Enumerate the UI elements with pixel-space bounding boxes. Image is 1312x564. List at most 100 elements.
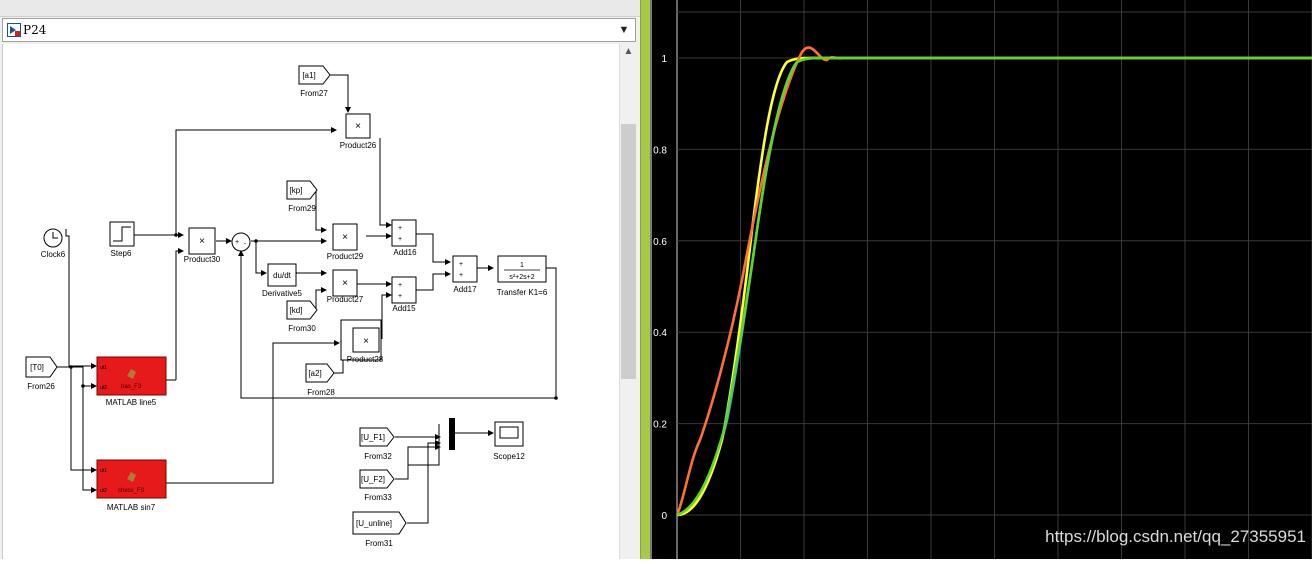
scope12-label: Scope12	[493, 452, 525, 461]
from33-tag: [U_F2]	[361, 475, 385, 484]
y-tick-label: 0.8	[653, 145, 667, 156]
mux-block[interactable]	[449, 418, 455, 450]
from28-tag: [a2]	[308, 369, 321, 378]
scope-plot-pane: 1 0.8 0.6 0.4 0.2 0	[652, 0, 1312, 559]
chevron-down-icon[interactable]: ▼	[615, 21, 633, 39]
product26-label: Product26	[340, 141, 377, 150]
transfer-label: Transfer K1=6	[497, 288, 548, 297]
plus-sign: +	[398, 282, 402, 289]
derivative-text: du/dt	[273, 271, 292, 280]
from31-block[interactable]: [U_unline] From31	[352, 511, 407, 548]
y-tick-label: 0.6	[653, 237, 667, 248]
y-tick-label: 1	[661, 54, 667, 65]
plus-sign: +	[398, 225, 402, 232]
from30-label: From30	[288, 324, 316, 333]
product26-block[interactable]: × Product26	[340, 113, 377, 150]
scroll-thumb[interactable]	[621, 124, 636, 379]
y-tick-label: 0.4	[653, 328, 667, 339]
derivative-label: Derivative5	[262, 289, 303, 298]
product27-block[interactable]: × Product27	[327, 269, 364, 304]
plus-sign: +	[459, 272, 463, 279]
from26-block[interactable]: [T0] From26	[25, 356, 58, 391]
multiply-icon: ×	[342, 232, 348, 243]
from29-label: From29	[288, 204, 316, 213]
from30-tag: [kd]	[290, 306, 303, 315]
sum-block[interactable]: + -	[231, 232, 251, 252]
transfer-denominator: s²+2s+2	[509, 274, 534, 281]
from33-label: From33	[364, 493, 392, 502]
model-icon	[7, 23, 21, 37]
clock-block[interactable]: Clock6	[41, 228, 66, 259]
multiply-icon: ×	[342, 278, 348, 289]
from27-tag: [a1]	[302, 71, 315, 80]
from27-block[interactable]: [a1] From27	[298, 65, 331, 98]
add16-block[interactable]: + + Add16	[391, 219, 417, 257]
multiply-icon: ×	[355, 121, 361, 132]
matlab-sin7-block[interactable]: ut1 ut2 chess_F3 MATLAB sin7	[96, 459, 167, 512]
matlab-line5-inner: tras_F3	[121, 384, 142, 390]
scope12-block[interactable]: Scope12	[493, 421, 525, 461]
clock-label: Clock6	[41, 250, 66, 259]
watermark-text: https://blog.csdn.net/qq_27355951	[1045, 527, 1306, 546]
from32-label: From32	[364, 452, 392, 461]
vertical-scrollbar[interactable]: ▲	[619, 44, 637, 559]
product27-label: Product27	[327, 295, 364, 304]
from29-tag: [kp]	[290, 186, 303, 195]
matlab-line5-block[interactable]: ut1 ut2 tras_F3 MATLAB line5	[96, 356, 167, 407]
product30-block[interactable]: × Product30	[184, 227, 221, 264]
from32-block[interactable]: [U_F1] From32	[359, 427, 395, 461]
plus-sign: +	[459, 261, 463, 268]
transfer-fcn-block[interactable]: 1 s²+2s+2 Transfer K1=6	[497, 255, 548, 297]
from28-label: From28	[307, 388, 335, 397]
derivative-block[interactable]: du/dt Derivative5	[262, 263, 303, 298]
y-tick-label: 0.2	[653, 420, 667, 431]
from28-block[interactable]: [a2] From28	[305, 363, 335, 397]
transfer-numerator: 1	[520, 262, 524, 269]
from29-block[interactable]: [kp] From29	[286, 180, 318, 213]
toolbar-strip	[0, 0, 640, 17]
from33-block[interactable]: [U_F2] From33	[359, 469, 395, 502]
port-label: ut2	[100, 385, 107, 391]
simulink-editor-pane: P24 ▼ [a1] From27 × Product26 [kp] From2…	[0, 0, 640, 559]
port-label: ut1	[100, 468, 107, 474]
multiply-icon: ×	[199, 236, 205, 247]
model-name: P24	[23, 23, 47, 37]
scope-icon	[499, 426, 519, 439]
product28-block[interactable]: × Product28	[340, 319, 384, 364]
matlab-sin7-inner: chess_F3	[118, 488, 145, 494]
block-diagram: [a1] From27 × Product26 [kp] From29 Cloc…	[25, 65, 558, 548]
add17-block[interactable]: + + Add17	[452, 255, 478, 294]
from30-block[interactable]: [kd] From30	[286, 300, 318, 333]
step-label: Step6	[111, 249, 132, 258]
from26-tag: [T0]	[30, 363, 44, 372]
product28-label: Product28	[347, 355, 384, 364]
product29-block[interactable]: × Product29	[327, 223, 364, 261]
add15-block[interactable]: + + Add15	[391, 276, 417, 313]
plus-sign: +	[398, 236, 402, 243]
y-tick-label: 0	[661, 511, 667, 522]
pane-divider[interactable]	[640, 0, 652, 559]
multiply-icon: ×	[363, 336, 369, 347]
port-label: ut2	[100, 488, 107, 494]
add15-label: Add15	[392, 304, 416, 313]
product30-label: Product30	[184, 255, 221, 264]
from31-label: From31	[365, 539, 393, 548]
matlab-sin7-label: MATLAB sin7	[107, 503, 156, 512]
scope-plot: 1 0.8 0.6 0.4 0.2 0	[653, 0, 1312, 559]
from27-label: From27	[300, 89, 328, 98]
step-block[interactable]: Step6	[109, 221, 135, 258]
matlab-line5-label: MATLAB line5	[106, 398, 157, 407]
from32-tag: [U_F1]	[361, 433, 385, 442]
model-address-bar[interactable]: P24 ▼	[2, 18, 636, 42]
product29-label: Product29	[327, 252, 364, 261]
scroll-up-icon[interactable]: ▲	[620, 46, 637, 60]
plus-sign: +	[235, 239, 239, 246]
signal-lines	[56, 74, 557, 524]
from31-tag: [U_unline]	[356, 519, 392, 528]
add16-label: Add16	[393, 248, 417, 257]
plus-sign: +	[398, 293, 402, 300]
model-canvas[interactable]: [a1] From27 × Product26 [kp] From29 Cloc…	[2, 44, 620, 559]
add17-label: Add17	[453, 285, 477, 294]
from26-label: From26	[27, 382, 55, 391]
port-label: ut1	[100, 365, 107, 371]
